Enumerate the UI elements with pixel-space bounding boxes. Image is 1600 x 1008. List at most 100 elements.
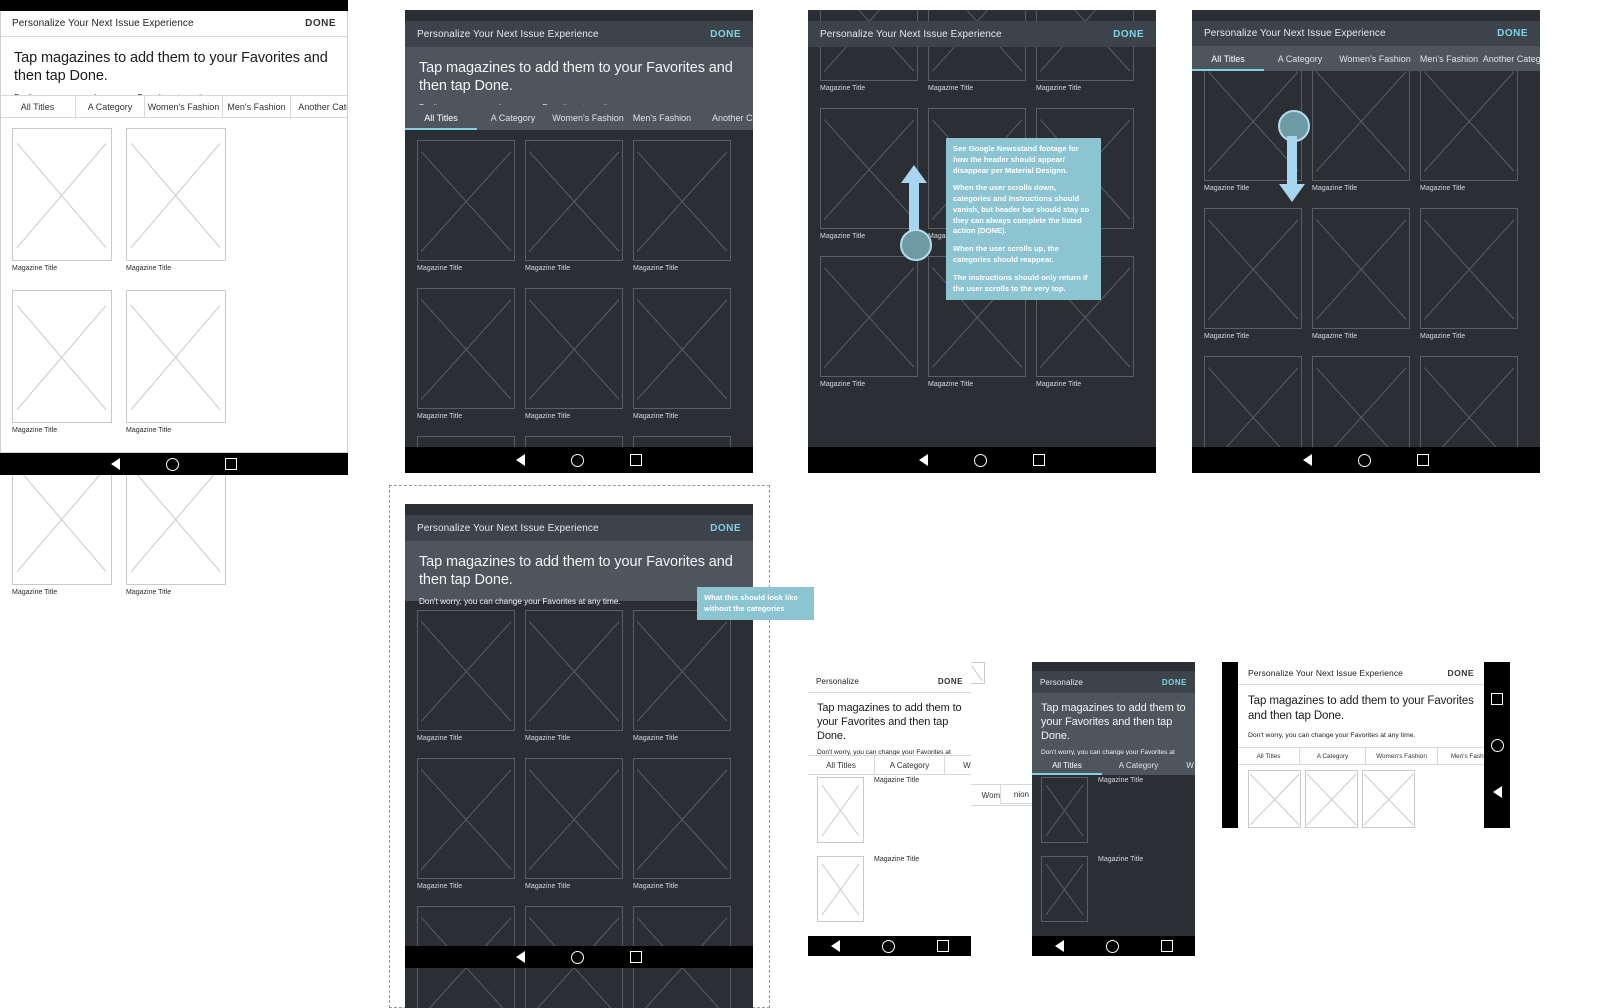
magazine-cover-placeholder[interactable] — [817, 777, 864, 843]
tab-womens-fashion[interactable]: Women's Fashion — [145, 96, 223, 117]
done-button[interactable]: DONE — [305, 18, 336, 29]
magazine-card[interactable]: Magazine Title — [417, 758, 525, 906]
magazine-cover-placeholder[interactable] — [525, 288, 623, 409]
tab-womens-fashion[interactable]: Women's Fashion — [1366, 748, 1438, 764]
done-button[interactable]: DONE — [1113, 29, 1144, 40]
back-triangle-icon[interactable] — [919, 454, 928, 466]
done-button[interactable]: DONE — [710, 523, 741, 534]
category-tab-bar[interactable]: All Titles A Category Women's Fashion Me… — [0, 95, 348, 118]
back-triangle-icon[interactable] — [1303, 454, 1312, 466]
magazine-cover-placeholder[interactable] — [417, 288, 515, 409]
magazine-cover-placeholder[interactable] — [1312, 60, 1410, 181]
magazine-card[interactable]: Magazine Title — [633, 288, 741, 436]
tab-a-category[interactable]: A Category — [477, 105, 549, 130]
magazine-cover-placeholder[interactable] — [1041, 856, 1088, 922]
tab-another-category[interactable]: Another Category — [1483, 46, 1540, 71]
magazine-list-item[interactable]: Magazine Title — [1041, 777, 1195, 843]
magazine-cover-placeholder[interactable] — [1305, 770, 1358, 828]
done-button[interactable]: DONE — [710, 29, 741, 40]
tab-mens-fashion[interactable]: Men's Fashion — [223, 96, 291, 117]
category-tab-bar[interactable]: All Titles A Category W — [1032, 755, 1195, 775]
recents-square-icon[interactable] — [936, 940, 949, 952]
tab-all-titles[interactable]: All Titles — [1032, 755, 1102, 775]
home-circle-icon[interactable] — [571, 453, 584, 467]
magazine-cover-placeholder[interactable] — [525, 140, 623, 261]
back-triangle-icon[interactable] — [516, 454, 525, 466]
magazine-card[interactable]: Magazine Title — [417, 288, 525, 436]
magazine-card[interactable]: Magazine Title — [820, 256, 928, 404]
recents-square-icon[interactable] — [630, 951, 642, 963]
magazine-cover-placeholder[interactable] — [1041, 777, 1088, 843]
category-tab-bar[interactable]: All Titles A Category Women's Fashion Me… — [405, 105, 753, 130]
magazine-cover-placeholder[interactable] — [633, 288, 731, 409]
back-triangle-icon[interactable] — [830, 940, 840, 952]
magazine-card[interactable]: Magazine Title — [525, 288, 633, 436]
magazine-cover-placeholder[interactable] — [817, 856, 864, 922]
tab-a-category[interactable]: A Category — [875, 756, 945, 774]
magazine-cover-placeholder[interactable] — [417, 758, 515, 879]
category-tab-bar[interactable]: All Titles A Category Women's Fashion — [808, 755, 971, 775]
magazine-cover-placeholder[interactable] — [126, 290, 226, 423]
magazine-cover-placeholder[interactable] — [126, 128, 226, 261]
magazine-cover-placeholder[interactable] — [12, 290, 112, 423]
magazine-card[interactable] — [1362, 770, 1419, 828]
magazine-card[interactable]: Magazine Title — [633, 758, 741, 906]
magazine-cover-placeholder[interactable] — [633, 758, 731, 879]
done-button[interactable]: DONE — [1162, 678, 1187, 687]
tab-a-category[interactable]: A Category — [1102, 755, 1175, 775]
tab-womens-fashion[interactable]: Women's Fashion — [945, 756, 971, 774]
magazine-cover-placeholder[interactable] — [417, 140, 515, 261]
home-circle-icon[interactable] — [1490, 738, 1504, 752]
tab-all-titles[interactable]: All Titles — [1238, 748, 1300, 764]
recents-square-icon[interactable] — [1417, 454, 1429, 466]
magazine-card[interactable]: Magazine Title — [417, 610, 525, 758]
magazine-list-item[interactable]: Magazine Title — [1041, 856, 1195, 922]
back-triangle-icon[interactable] — [1492, 785, 1502, 798]
magazine-card[interactable]: Magazine Title — [525, 758, 633, 906]
magazine-cover-placeholder[interactable] — [525, 610, 623, 731]
recents-square-icon[interactable] — [1160, 940, 1173, 952]
magazine-list-item[interactable]: Magazine Title — [817, 777, 971, 843]
magazine-cover-placeholder[interactable] — [1420, 60, 1518, 181]
magazine-cover-placeholder[interactable] — [633, 140, 731, 261]
magazine-card[interactable]: Magazine Title — [525, 610, 633, 758]
back-triangle-icon[interactable] — [111, 458, 120, 470]
tab-womens-fashion[interactable]: Women's Fashion — [549, 105, 627, 130]
android-nav-bar[interactable] — [1192, 447, 1540, 473]
tab-all-titles[interactable]: All Titles — [1192, 46, 1264, 71]
home-circle-icon[interactable] — [881, 939, 895, 953]
android-nav-bar[interactable] — [1032, 936, 1195, 956]
magazine-card[interactable]: Magazine Title — [417, 140, 525, 288]
magazine-cover-placeholder[interactable] — [417, 610, 515, 731]
tab-womens-fashion-truncated[interactable]: W — [1175, 755, 1195, 775]
android-nav-bar[interactable] — [405, 447, 753, 473]
done-button[interactable]: DONE — [1497, 28, 1528, 39]
tab-another-category[interactable]: Another Category — [291, 96, 348, 117]
android-nav-bar[interactable] — [405, 946, 753, 968]
android-nav-bar[interactable] — [808, 447, 1156, 473]
magazine-card[interactable]: Magazine Title — [1420, 208, 1528, 356]
back-triangle-icon[interactable] — [1054, 940, 1064, 952]
recents-square-icon[interactable] — [1491, 692, 1503, 705]
recents-square-icon[interactable] — [225, 458, 237, 470]
magazine-card[interactable]: Magazine Title — [1204, 208, 1312, 356]
magazine-cover-placeholder[interactable] — [1420, 208, 1518, 329]
tab-mens-fashion[interactable]: Men's Fashion — [1414, 46, 1484, 71]
magazine-card[interactable]: Magazine Title — [633, 610, 741, 758]
category-tab-bar[interactable]: All Titles A Category Women's Fashion Me… — [1238, 747, 1510, 765]
magazine-cover-placeholder[interactable] — [1204, 208, 1302, 329]
overflow-tab-another-category-left[interactable]: nion — [1000, 784, 1032, 804]
home-circle-icon[interactable] — [1105, 939, 1119, 953]
magazine-card[interactable]: Magazine Title — [1312, 208, 1420, 356]
android-nav-bar[interactable] — [0, 453, 348, 475]
magazine-card[interactable]: Magazine Title — [1312, 60, 1420, 208]
magazine-card[interactable]: Magazine Title — [12, 290, 126, 452]
tab-a-category[interactable]: A Category — [76, 96, 145, 117]
magazine-card[interactable] — [1305, 770, 1362, 828]
tab-a-category[interactable]: A Category — [1264, 46, 1336, 71]
android-nav-bar-vertical[interactable] — [1484, 662, 1510, 828]
tab-womens-fashion[interactable]: Women's Fashion — [1336, 46, 1414, 71]
recents-square-icon[interactable] — [630, 454, 642, 466]
home-circle-icon[interactable] — [571, 950, 584, 964]
home-circle-icon[interactable] — [1358, 453, 1371, 467]
